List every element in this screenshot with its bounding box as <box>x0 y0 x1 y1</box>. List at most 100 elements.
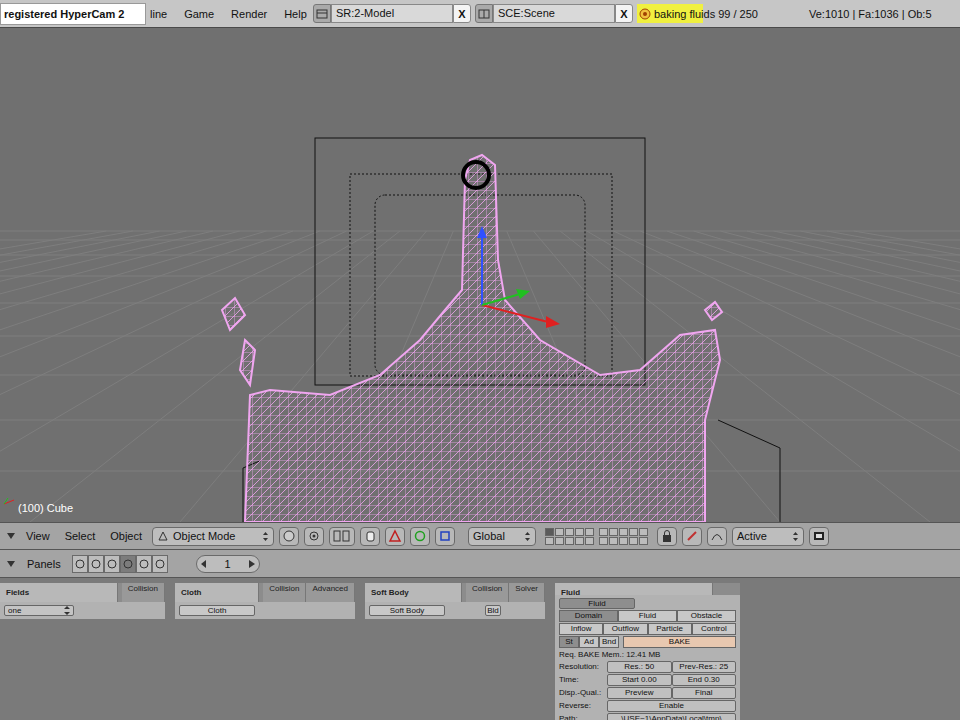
layer-button[interactable] <box>565 528 574 536</box>
fluid-mesh[interactable] <box>222 155 722 522</box>
context-icon <box>90 558 102 570</box>
panels-menu[interactable]: Panels <box>27 558 61 570</box>
softbody-toggle[interactable]: Soft Body <box>369 605 445 616</box>
page-next-icon[interactable] <box>249 560 255 568</box>
scene-browse-button[interactable] <box>475 4 493 23</box>
panel-tab[interactable]: Fields <box>0 583 118 602</box>
layer-button[interactable] <box>629 528 638 536</box>
settings-tab[interactable]: St <box>559 636 579 648</box>
header-collapse-icon[interactable] <box>6 559 16 569</box>
stop-icon[interactable] <box>639 8 651 20</box>
fluid-type-button[interactable]: Fluid <box>618 610 677 622</box>
3d-viewport[interactable]: (100) Cube <box>0 28 960 522</box>
context-tab[interactable] <box>152 555 168 573</box>
lock-button[interactable] <box>657 527 677 546</box>
layer-button[interactable] <box>639 537 648 545</box>
orientation-dropdown[interactable]: Global <box>468 527 536 546</box>
context-tab[interactable] <box>136 555 152 573</box>
snap-button[interactable] <box>329 527 355 546</box>
setting-field[interactable]: \USE~1\AppData\Local\tmp\ <box>607 713 736 720</box>
page-stepper[interactable]: 1 <box>196 555 260 573</box>
scene-delete-button[interactable]: X <box>615 4 633 23</box>
settings-tab[interactable]: Ad <box>579 636 599 648</box>
layer-button[interactable] <box>575 537 584 545</box>
setting-field[interactable]: Prev-Res.: 25 <box>672 661 737 673</box>
scale-button[interactable] <box>435 527 455 546</box>
layer-button[interactable] <box>555 537 564 545</box>
transform-manipulator[interactable] <box>477 226 560 328</box>
layer-button[interactable] <box>585 528 594 536</box>
context-icon <box>106 558 118 570</box>
layer-button[interactable] <box>609 528 618 536</box>
fluid-subtype-button[interactable]: Particle <box>648 623 692 635</box>
panel-tab[interactable]: Cloth <box>175 583 259 602</box>
layer-button[interactable] <box>619 528 628 536</box>
menu-item[interactable]: line <box>150 8 167 20</box>
context-tab[interactable] <box>72 555 88 573</box>
fluid-type-button[interactable]: Domain <box>559 610 618 622</box>
screen-name-field[interactable]: SR:2-Model <box>331 4 453 23</box>
setting-field[interactable]: End 0.30 <box>672 674 737 686</box>
setting-field[interactable]: Enable <box>607 700 736 712</box>
manipulator-toggle[interactable] <box>360 527 380 546</box>
setting-field[interactable]: Final <box>672 687 737 699</box>
viewport-canvas[interactable] <box>0 28 960 522</box>
pivot-dropdown[interactable]: Active <box>732 527 804 546</box>
view-menu-item[interactable]: Select <box>65 530 96 542</box>
menu-item[interactable]: Game <box>184 8 214 20</box>
layer-button[interactable] <box>599 537 608 545</box>
bake-button[interactable]: Bld <box>485 605 501 616</box>
fluid-subtype-button[interactable]: Control <box>692 623 736 635</box>
layer-button[interactable] <box>619 537 628 545</box>
fluid-subtype-button[interactable]: Outflow <box>603 623 647 635</box>
render-view-button[interactable] <box>682 527 702 546</box>
fluid-subtype-button[interactable]: Inflow <box>559 623 603 635</box>
panel-tab[interactable]: Collision <box>263 583 306 602</box>
panel-tab[interactable]: Solver <box>509 583 545 602</box>
draw-type-button[interactable] <box>279 527 299 546</box>
context-tab[interactable] <box>120 555 136 573</box>
setting-field[interactable]: Preview <box>607 687 672 699</box>
layer-button[interactable] <box>555 528 564 536</box>
shading-button[interactable] <box>304 527 324 546</box>
layer-button[interactable] <box>585 537 594 545</box>
panel-tab[interactable]: Collision <box>466 583 509 602</box>
context-icon <box>138 558 150 570</box>
view-menu-item[interactable]: Object <box>110 530 142 542</box>
fluid-type-button[interactable]: Obstacle <box>677 610 736 622</box>
rotate-button[interactable] <box>410 527 430 546</box>
setting-field[interactable]: Res.: 50 <box>607 661 672 673</box>
field-type-dropdown[interactable]: one <box>4 605 74 616</box>
panel-tab[interactable]: Advanced <box>306 583 355 602</box>
render-button[interactable] <box>809 527 829 546</box>
setting-field[interactable]: Start 0.00 <box>607 674 672 686</box>
scene-name-field[interactable]: SCE:Scene <box>493 4 615 23</box>
mode-dropdown[interactable]: Object Mode <box>152 527 274 546</box>
layer-button[interactable] <box>545 528 554 536</box>
panel-tab[interactable]: Collision <box>122 583 165 602</box>
fluid-type-row: DomainFluidObstacle <box>559 610 736 622</box>
screen-delete-button[interactable]: X <box>453 4 471 23</box>
menu-item[interactable]: Render <box>231 8 267 20</box>
settings-tab[interactable]: Bnd <box>599 636 619 648</box>
layer-button[interactable] <box>609 537 618 545</box>
cloth-toggle[interactable]: Cloth <box>179 605 255 616</box>
layer-button[interactable] <box>575 528 584 536</box>
layer-button[interactable] <box>545 537 554 545</box>
context-tab[interactable] <box>104 555 120 573</box>
layer-button[interactable] <box>599 528 608 536</box>
fluid-toggle[interactable]: Fluid <box>559 598 635 609</box>
header-collapse-icon[interactable] <box>6 531 16 541</box>
layer-button[interactable] <box>565 537 574 545</box>
bake-button[interactable]: BAKE <box>623 636 736 648</box>
layer-button[interactable] <box>629 537 638 545</box>
screen-browse-button[interactable] <box>313 4 331 23</box>
translate-button[interactable] <box>385 527 405 546</box>
page-prev-icon[interactable] <box>201 560 207 568</box>
menu-item[interactable]: Help <box>284 8 307 20</box>
context-tab[interactable] <box>88 555 104 573</box>
panel-tab[interactable]: Soft Body <box>365 583 462 602</box>
proportional-button[interactable] <box>707 527 727 546</box>
layer-button[interactable] <box>639 528 648 536</box>
view-menu-item[interactable]: View <box>26 530 50 542</box>
